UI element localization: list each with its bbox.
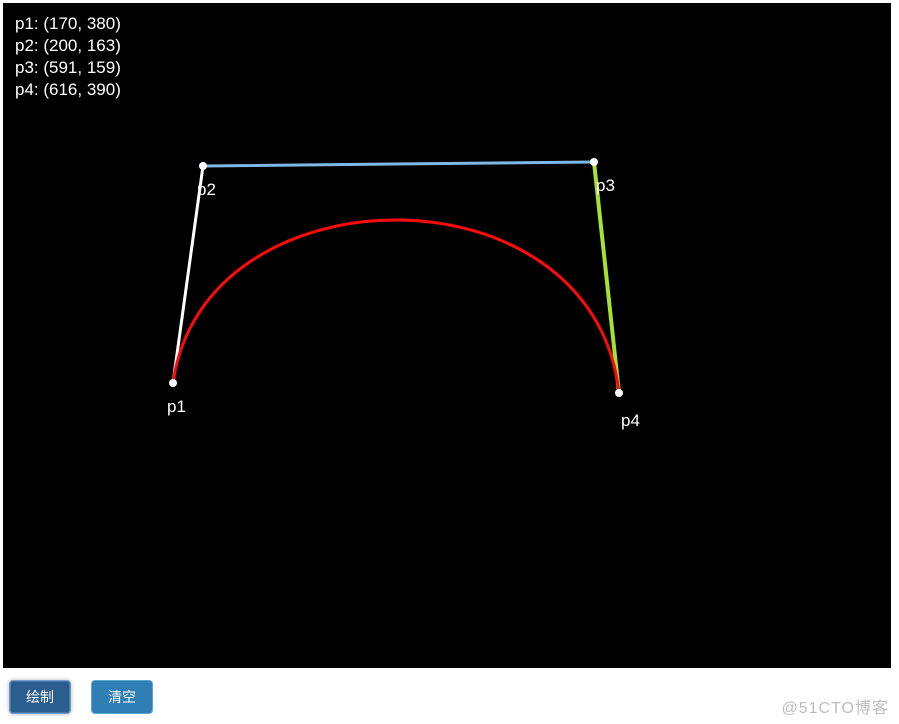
canvas-container: p1: (170, 380) p2: (200, 163) p3: (591, … bbox=[0, 0, 899, 671]
point-label-p3: p3 bbox=[596, 176, 615, 196]
point-label-p4: p4 bbox=[621, 411, 640, 431]
point-label-p1: p1 bbox=[167, 397, 186, 417]
draw-button[interactable]: 绘制 bbox=[9, 680, 71, 714]
control-point-p1[interactable] bbox=[169, 379, 177, 387]
bezier-canvas[interactable]: p1: (170, 380) p2: (200, 163) p3: (591, … bbox=[3, 3, 891, 668]
drawing-svg bbox=[3, 3, 891, 668]
point-label-p2: p2 bbox=[197, 180, 216, 200]
control-point-p2[interactable] bbox=[199, 162, 207, 170]
clear-button[interactable]: 清空 bbox=[91, 680, 153, 714]
watermark-text: @51CTO博客 bbox=[781, 694, 889, 718]
button-row: 绘制 清空 bbox=[9, 680, 153, 714]
control-point-p4[interactable] bbox=[615, 389, 623, 397]
control-point-p3[interactable] bbox=[590, 158, 598, 166]
